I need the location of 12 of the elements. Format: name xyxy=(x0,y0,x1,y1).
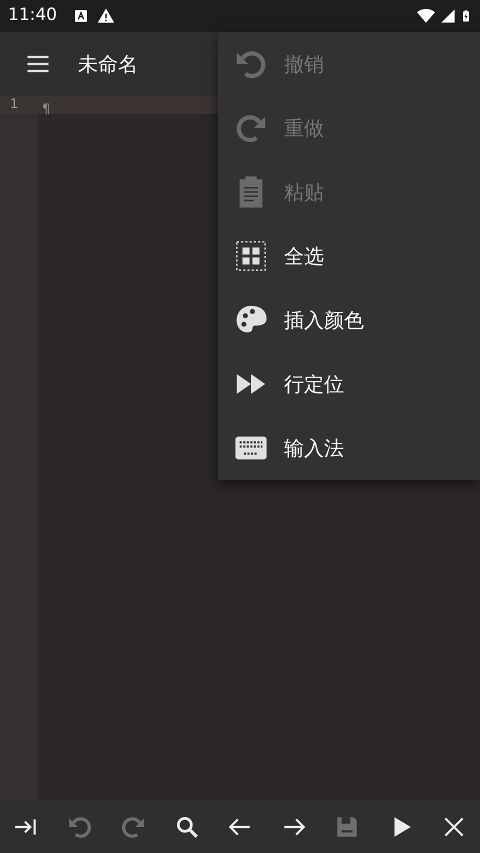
select-all-icon xyxy=(234,239,268,273)
signal-icon xyxy=(440,8,456,24)
clock-time: 11:40 xyxy=(8,4,57,28)
menu-item[interactable]: 输入法 xyxy=(218,416,480,480)
menu-item[interactable]: 插入颜色 xyxy=(218,288,480,352)
line-number: 1 xyxy=(9,96,20,114)
notification-icon xyxy=(73,8,89,24)
wifi-icon xyxy=(416,7,436,25)
warning-icon xyxy=(97,7,115,25)
menu-item[interactable]: 全选 xyxy=(218,224,480,288)
document-title: 未命名 xyxy=(78,51,138,78)
menu-item[interactable]: 行定位 xyxy=(218,352,480,416)
